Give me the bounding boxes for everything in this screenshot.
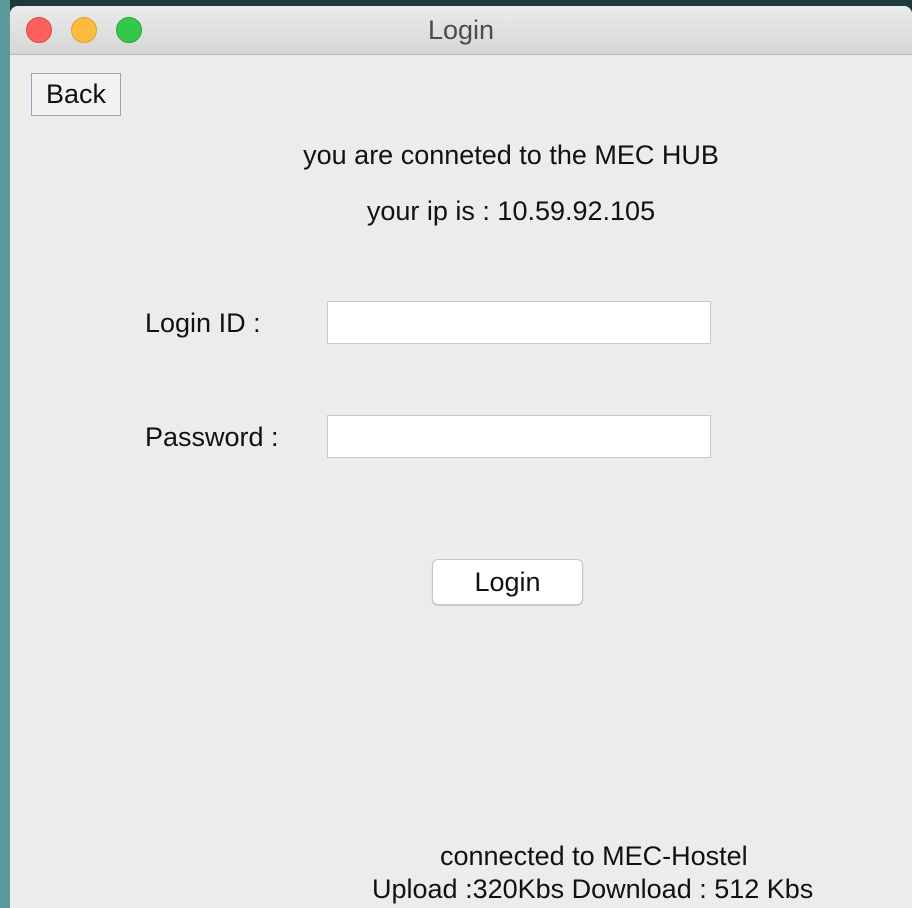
login-window: Login Back you are conneted to the MEC H…	[10, 6, 912, 908]
login-id-label: Login ID :	[145, 308, 261, 338]
ip-address-message: your ip is : 10.59.92.105	[366, 196, 656, 226]
network-status-text: connected to MEC-Hostel	[440, 841, 748, 871]
hub-connection-message: you are conneted to the MEC HUB	[303, 140, 719, 170]
password-label: Password :	[145, 422, 279, 452]
window-title: Login	[427, 15, 495, 45]
login-id-field[interactable]	[327, 301, 711, 344]
bandwidth-status-text: Upload :320Kbs Download : 512 Kbs	[372, 874, 814, 904]
password-field[interactable]	[327, 415, 711, 458]
back-button[interactable]: Back	[31, 73, 121, 116]
title-bar: Login	[10, 6, 912, 55]
login-button[interactable]: Login	[432, 559, 583, 605]
desktop-background	[0, 0, 10, 908]
